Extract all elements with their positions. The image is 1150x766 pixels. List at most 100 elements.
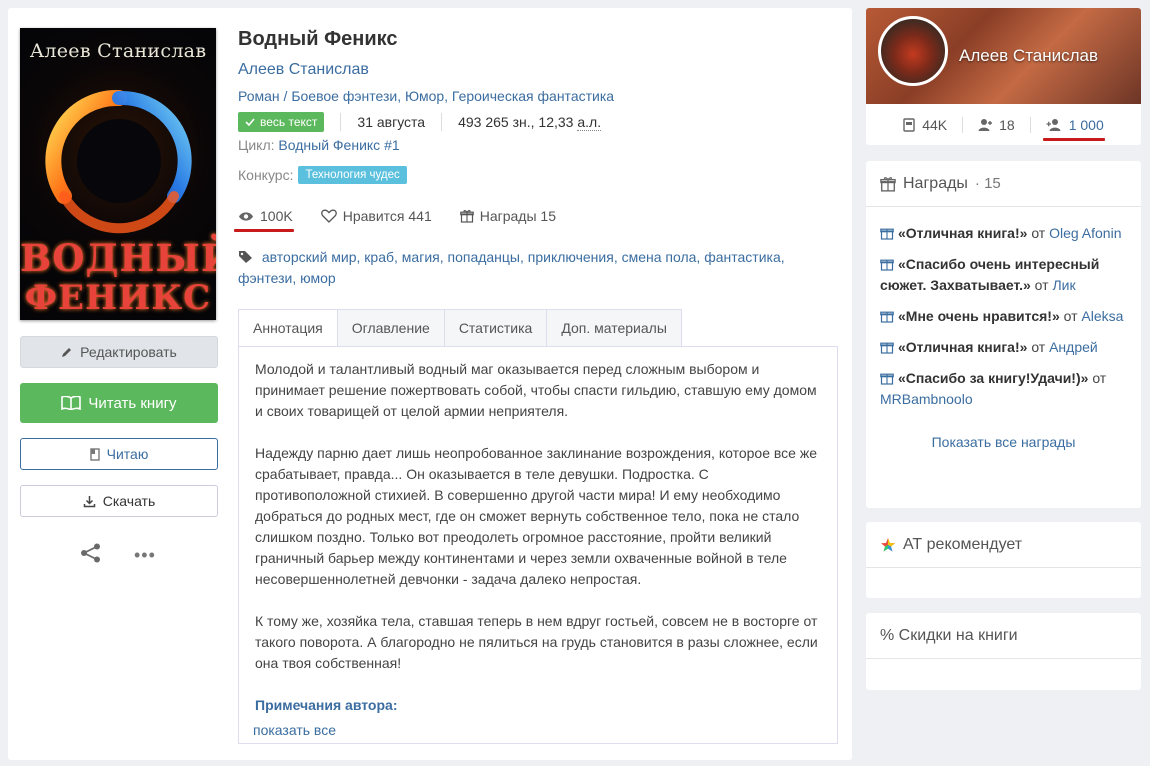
gift-icon (880, 342, 894, 354)
annotation-paragraph: Молодой и талантливый водный маг оказыва… (255, 361, 817, 419)
annotation-paragraph: К тому же, хозяйка тела, ставшая теперь … (255, 613, 818, 671)
tags-text[interactable]: авторский мир, краб, магия, попаданцы, п… (238, 249, 785, 286)
award-user-link[interactable]: Oleg Afonin (1049, 225, 1121, 241)
book-genres[interactable]: Роман / Боевое фэнтези, Юмор, Героическа… (238, 88, 614, 104)
book-author-link[interactable]: Алеев Станислав (238, 61, 369, 79)
pencil-icon (62, 348, 72, 357)
list-item: «Мне очень нравится!» от Aleksa (880, 306, 1127, 327)
tags-icon (239, 251, 252, 263)
open-book-icon (61, 396, 82, 410)
reading-button[interactable]: Читаю (20, 438, 218, 470)
awards-stat[interactable]: Награды 15 (459, 208, 557, 224)
award-from: от (1063, 308, 1078, 324)
list-item: «Отличная книга!» от Андрей (880, 337, 1127, 358)
list-item: «Отличная книга!» от Oleg Afonin (880, 223, 1127, 244)
author-notes-title: Примечания автора: (255, 697, 398, 713)
edit-button[interactable]: Редактировать (20, 336, 218, 368)
awards-card-header: Награды · 15 (866, 161, 1141, 207)
award-user-link[interactable]: Лик (1052, 277, 1075, 293)
contest-badge[interactable]: Технология чудес (298, 166, 407, 184)
likes-count: Нравится 441 (342, 208, 432, 224)
bookmark-icon (89, 447, 100, 461)
show-all-awards-link[interactable]: Показать все награды (880, 432, 1127, 453)
download-button[interactable]: Скачать (20, 485, 218, 517)
tab-contents[interactable]: Оглавление (337, 309, 445, 347)
tab-statistics[interactable]: Статистика (444, 309, 548, 347)
award-text: «Отличная книга!» (898, 339, 1028, 355)
likes-stat[interactable]: Нравится 441 (320, 208, 432, 224)
read-book-label: Читать книгу (88, 394, 177, 412)
award-from: от (1092, 370, 1107, 386)
profile-banner: Алеев Станислав (866, 8, 1141, 104)
discounts-title: % Скидки на книги (880, 626, 1018, 644)
award-from: от (1034, 277, 1049, 293)
cover-author-text: Алеев Станислав (29, 40, 207, 62)
book-title: Водный Феникс (238, 28, 398, 50)
book-meta-row: весь текст 31 августа 493 265 зн., 12,33… (238, 111, 602, 133)
award-from: от (1031, 339, 1046, 355)
tags-list: авторский мир, краб, магия, попаданцы, п… (238, 247, 794, 289)
award-text: «Отличная книга!» (898, 225, 1028, 241)
followers-stat[interactable]: 1 000 (1031, 117, 1119, 133)
author-profile-card: Алеев Станислав 44K 18 1 000 (866, 8, 1141, 145)
eye-icon (239, 211, 253, 221)
more-options-icon[interactable]: ••• (134, 545, 156, 566)
book-stats-row: 100K Нравится 441 Награды 15 (238, 208, 584, 224)
awards-count: Награды 15 (479, 208, 557, 224)
friends-stat-value: 18 (999, 116, 1015, 133)
friends-stat[interactable]: 18 (963, 117, 1030, 133)
discounts-card: % Скидки на книги (866, 613, 1141, 690)
views-count: 100K (260, 208, 293, 224)
followers-highlight-underline (1043, 138, 1105, 141)
book-cover[interactable]: Алеев Станислав ВОДНЫЙ ФЕНИКС (20, 28, 216, 320)
tab-annotation[interactable]: Аннотация (238, 309, 338, 347)
cover-title-line-2: ФЕНИКС (24, 278, 212, 318)
star-icon (881, 537, 895, 551)
show-all-notes-link[interactable]: показать все (253, 720, 821, 741)
read-book-button[interactable]: Читать книгу (20, 383, 218, 423)
award-text: «Спасибо за книгу!Удачи!)» (898, 370, 1089, 386)
publish-date: 31 августа (357, 114, 426, 130)
followers-stat-value: 1 000 (1068, 116, 1104, 133)
cycle-link[interactable]: Водный Феникс #1 (278, 137, 399, 153)
book-icon (903, 117, 915, 132)
books-stat[interactable]: 44K (888, 117, 962, 133)
cover-title-line-1: ВОДНЫЙ (20, 236, 216, 280)
status-badge-label: весь текст (260, 115, 318, 129)
reading-label: Читаю (106, 446, 149, 462)
cycle-label: Цикл: (238, 137, 275, 153)
awards-card: Награды · 15 «Отличная книга!» от Oleg A… (866, 161, 1141, 508)
followers-icon (1046, 118, 1061, 131)
download-icon (83, 495, 95, 507)
recommends-title: АТ рекомендует (903, 535, 1023, 553)
books-stat-value: 44K (922, 116, 948, 133)
tab-extra-materials[interactable]: Доп. материалы (547, 309, 682, 347)
status-badge: весь текст (238, 112, 325, 132)
book-tabs: Аннотация Оглавление Статистика Доп. мат… (238, 309, 682, 347)
cycle-row: Цикл: Водный Феникс #1 (238, 137, 400, 153)
views-highlight-underline (234, 229, 294, 232)
gift-icon (880, 311, 894, 323)
award-user-link[interactable]: Андрей (1049, 339, 1098, 355)
awards-card-count: · 15 (974, 175, 1001, 192)
award-user-link[interactable]: Aleksa (1081, 308, 1123, 324)
download-label: Скачать (102, 493, 156, 509)
award-from: от (1031, 225, 1046, 241)
avatar[interactable] (878, 16, 948, 86)
list-item: «Спасибо очень интересный сюжет. Захваты… (880, 254, 1127, 296)
heart-icon (320, 209, 337, 223)
phoenix-ring-art (45, 89, 192, 234)
share-icon[interactable] (80, 543, 102, 563)
gift-icon (880, 176, 896, 192)
divider (441, 113, 443, 131)
profile-name[interactable]: Алеев Станислав (959, 46, 1098, 66)
contest-label: Конкурс: (238, 167, 294, 183)
discounts-card-header[interactable]: % Скидки на книги (866, 613, 1141, 659)
user-icon (978, 118, 993, 131)
book-size: 493 265 зн., 12,33 (458, 114, 574, 130)
contest-row: Конкурс: Технология чудес (238, 166, 407, 184)
annotation-panel: Молодой и талантливый водный маг оказыва… (238, 346, 838, 744)
list-item: «Спасибо за книгу!Удачи!)» от MRBambnool… (880, 368, 1127, 410)
award-text: «Мне очень нравится!» (898, 308, 1060, 324)
award-user-link[interactable]: MRBambnoolo (880, 391, 973, 407)
